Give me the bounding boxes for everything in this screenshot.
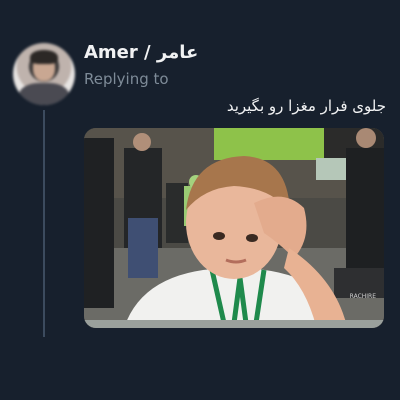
replying-to-label: Replying to [84,70,169,88]
thread-line [43,110,45,337]
meme-photo: RACHIRE [84,128,384,328]
media-watermark: RACHIRE [350,293,377,300]
tweet-media-image[interactable]: RACHIRE [84,128,384,328]
tweet-text: جلوی فرار مغزا رو بگیرید [226,97,386,115]
avatar-shirt [19,83,69,105]
avatar-hair [30,50,58,64]
author-name[interactable]: Amer / عامر [84,42,198,63]
author-avatar[interactable] [13,43,75,105]
